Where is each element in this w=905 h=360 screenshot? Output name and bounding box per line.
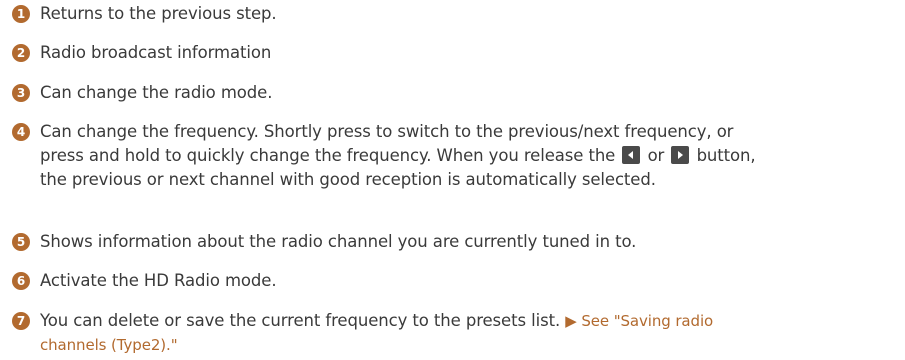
- item-text: Returns to the previous step.: [40, 4, 277, 23]
- item-text-block: Can change the frequency. Shortly press …: [40, 120, 756, 192]
- item-text: Activate the HD Radio mode.: [40, 271, 277, 290]
- item-text-segment: button,: [696, 146, 756, 165]
- see-also-link[interactable]: ▶ See "Saving radio: [565, 312, 713, 330]
- item-text-segment: You can delete or save the current frequ…: [40, 311, 561, 330]
- list-item: 5 Shows information about the radio chan…: [12, 230, 636, 254]
- item-text-block: You can delete or save the current frequ…: [40, 309, 713, 357]
- number-badge: 2: [12, 44, 30, 62]
- item-text-line: channels (Type2).": [40, 333, 713, 357]
- next-triangle-icon: [671, 146, 690, 164]
- list-item: 3 Can change the radio mode.: [12, 81, 272, 105]
- item-text-line: press and hold to quickly change the fre…: [40, 144, 756, 168]
- item-text-segment: press and hold to quickly change the fre…: [40, 146, 616, 165]
- number-badge: 6: [12, 272, 30, 290]
- item-text-line: Can change the frequency. Shortly press …: [40, 122, 734, 141]
- item-text-line: You can delete or save the current frequ…: [40, 309, 713, 333]
- item-text: Can change the radio mode.: [40, 83, 273, 102]
- list-item: 6 Activate the HD Radio mode.: [12, 269, 277, 293]
- list-item: 4 Can change the frequency. Shortly pres…: [12, 120, 756, 192]
- prev-triangle-icon: [622, 146, 641, 164]
- number-badge: 5: [12, 233, 30, 251]
- item-text: Radio broadcast information: [40, 43, 272, 62]
- number-badge: 3: [12, 84, 30, 102]
- item-text: Shows information about the radio channe…: [40, 232, 637, 251]
- list-item: 7 You can delete or save the current fre…: [12, 309, 713, 357]
- item-text-line: the previous or next channel with good r…: [40, 170, 656, 189]
- list-item: 1 Returns to the previous step.: [12, 2, 277, 26]
- number-badge: 1: [12, 5, 30, 23]
- list-item: 2 Radio broadcast information: [12, 41, 271, 65]
- number-badge: 7: [12, 312, 30, 330]
- see-also-link-continued[interactable]: channels (Type2).": [40, 336, 178, 354]
- number-badge: 4: [12, 123, 30, 141]
- item-text-segment: or: [647, 146, 665, 165]
